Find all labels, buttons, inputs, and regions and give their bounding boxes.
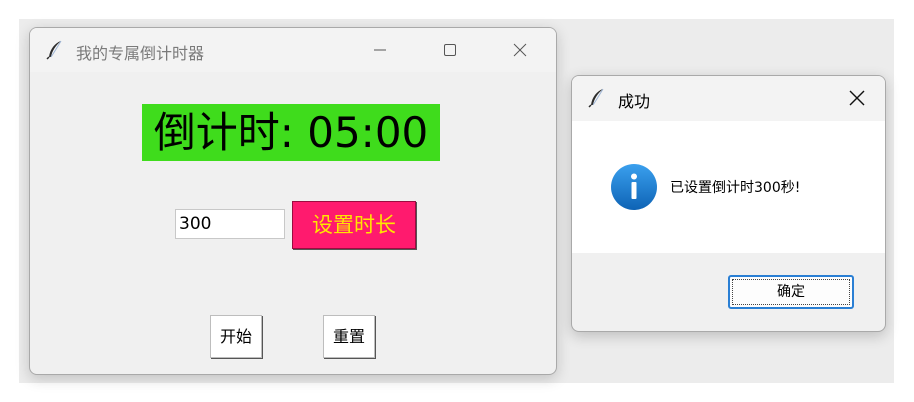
main-titlebar[interactable]: 我的专属倒计时器	[30, 28, 556, 72]
dialog-body: 已设置倒计时300秒!	[572, 121, 885, 253]
maximize-button[interactable]	[430, 34, 470, 66]
minimize-icon	[374, 49, 386, 51]
dialog-message: 已设置倒计时300秒!	[670, 180, 801, 196]
main-window: 我的专属倒计时器 倒计时: 05:00 300 设置时长 开始 重置	[29, 27, 557, 375]
countdown-display: 倒计时: 05:00	[142, 104, 440, 161]
dialog-titlebar[interactable]: 成功	[572, 76, 885, 121]
close-button[interactable]	[500, 34, 540, 66]
duration-input[interactable]: 300	[175, 209, 285, 239]
start-button[interactable]: 开始	[210, 315, 262, 358]
minimize-button[interactable]	[360, 34, 400, 66]
dialog-close-button[interactable]	[837, 82, 877, 114]
maximize-icon	[444, 44, 456, 56]
set-duration-button[interactable]: 设置时长	[292, 201, 416, 249]
close-icon	[513, 43, 527, 57]
close-icon	[849, 90, 865, 106]
ok-button[interactable]: 确定	[728, 275, 854, 309]
reset-button[interactable]: 重置	[323, 315, 375, 358]
dialog-title: 成功	[618, 92, 651, 111]
feather-icon	[588, 88, 606, 108]
success-dialog: 成功 已设置倒计时300秒! 确定	[571, 75, 886, 332]
feather-icon	[46, 40, 64, 60]
window-title: 我的专属倒计时器	[76, 44, 205, 63]
info-icon	[610, 163, 658, 211]
